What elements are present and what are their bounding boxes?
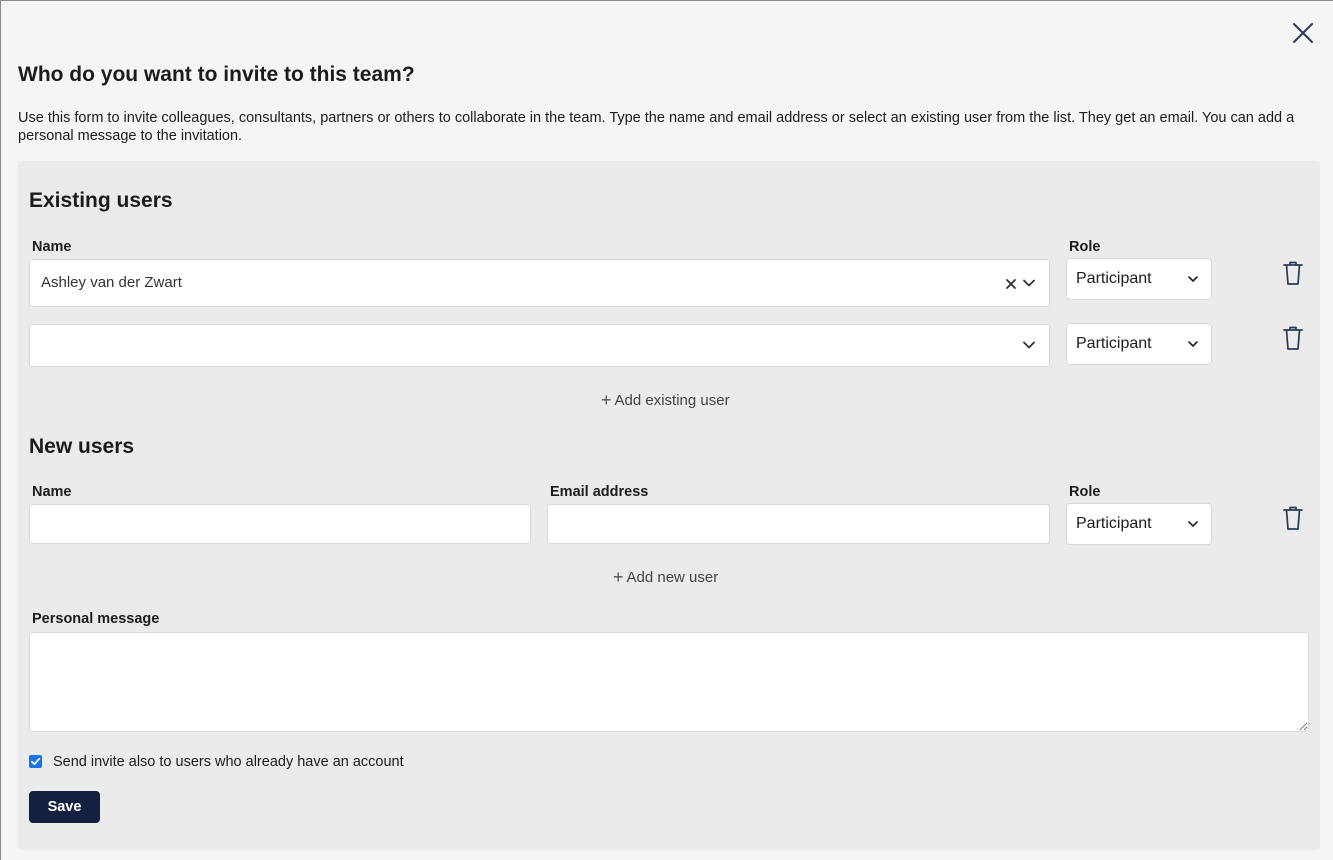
- chevron-down-icon[interactable]: [1022, 338, 1036, 352]
- existing-user-role-select[interactable]: Participant: [1066, 258, 1212, 300]
- chevron-down-icon: [1188, 341, 1198, 347]
- new-user-role-select[interactable]: Participant: [1066, 503, 1212, 545]
- clear-icon[interactable]: [1005, 278, 1017, 290]
- existing-user-combobox[interactable]: Ashley van der Zwart: [29, 259, 1050, 307]
- existing-user-combobox[interactable]: [29, 324, 1050, 367]
- role-value: Participant: [1076, 515, 1152, 532]
- role-value: Participant: [1076, 270, 1152, 287]
- check-icon: [31, 757, 41, 766]
- chevron-down-icon: [1188, 276, 1198, 282]
- existing-users-title: Existing users: [29, 189, 173, 212]
- add-existing-user-button[interactable]: + Add existing user: [601, 390, 730, 411]
- save-button[interactable]: Save: [29, 791, 100, 823]
- trash-icon[interactable]: [1282, 260, 1304, 286]
- new-user-email-input[interactable]: [547, 504, 1050, 544]
- existing-name-label: Name: [32, 239, 72, 255]
- new-users-title: New users: [29, 435, 135, 458]
- add-new-user-button[interactable]: + Add new user: [613, 567, 718, 588]
- personal-message-textarea[interactable]: [29, 632, 1309, 732]
- existing-user-value: Ashley van der Zwart: [41, 274, 182, 291]
- invite-form-panel: Existing users Name Role Ashley van der …: [18, 161, 1320, 850]
- dialog-intro: Use this form to invite colleagues, cons…: [18, 110, 1295, 144]
- chevron-down-icon: [1188, 521, 1198, 527]
- trash-icon[interactable]: [1282, 325, 1304, 351]
- close-icon[interactable]: [1289, 19, 1317, 47]
- send-invite-label: Send invite also to users who already ha…: [53, 754, 404, 770]
- new-email-label: Email address: [550, 484, 649, 500]
- chevron-down-icon[interactable]: [1022, 276, 1036, 290]
- new-name-label: Name: [32, 484, 72, 500]
- new-user-name-input[interactable]: [29, 504, 531, 544]
- trash-icon[interactable]: [1282, 505, 1304, 531]
- role-value: Participant: [1076, 335, 1152, 352]
- plus-icon: +: [613, 567, 624, 587]
- send-invite-checkbox[interactable]: [29, 755, 42, 768]
- existing-user-role-select[interactable]: Participant: [1066, 323, 1212, 365]
- add-new-user-label: Add new user: [626, 569, 719, 586]
- personal-message-label: Personal message: [32, 611, 160, 627]
- add-existing-user-label: Add existing user: [614, 392, 730, 409]
- invite-dialog: Who do you want to invite to this team? …: [0, 0, 1333, 860]
- plus-icon: +: [601, 390, 612, 410]
- existing-role-label: Role: [1069, 239, 1101, 255]
- new-role-label: Role: [1069, 484, 1101, 500]
- dialog-title: Who do you want to invite to this team?: [18, 63, 415, 86]
